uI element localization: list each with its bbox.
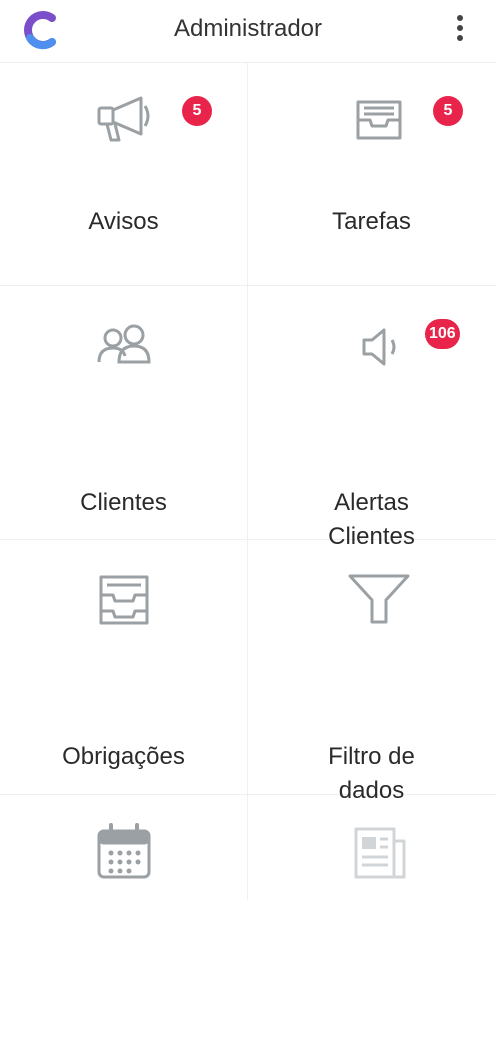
megaphone-icon [93,88,155,150]
tile-avisos[interactable]: 5 Avisos [0,63,247,318]
tile-label: Clientes [80,489,167,516]
users-icon [93,316,155,378]
tile-calendario[interactable] [0,795,247,1050]
tile-label: Obrigações [62,743,185,770]
newspaper-icon [348,821,410,883]
more-vert-icon[interactable] [448,12,472,44]
tile-alertas-clientes[interactable]: 106 Alertas Clientes [248,286,495,550]
calendar-icon [93,821,155,883]
tile-noticias[interactable] [248,795,495,1050]
inbox-stack-icon [93,567,155,629]
notification-badge: 5 [433,96,463,126]
notification-badge: 106 [425,319,460,349]
page-title: Administrador [173,15,323,42]
tile-label: Avisos [88,208,159,235]
tile-tarefas[interactable]: 5 Tarefas [248,63,495,318]
tile-label: Tarefas [332,208,411,235]
notification-badge: 5 [182,96,212,126]
speaker-icon [348,316,398,378]
funnel-icon [348,570,410,632]
tile-obrigacoes[interactable]: Obrigações [0,540,247,795]
app-header: Administrador [0,0,496,63]
inbox-tray-icon [348,88,410,150]
tile-filtro-de-dados[interactable]: Filtro de dados [248,540,495,804]
menu-grid: 5 Avisos 5 Tarefas Clientes 106 Alertas … [0,63,496,900]
tile-clientes[interactable]: Clientes [0,286,247,541]
